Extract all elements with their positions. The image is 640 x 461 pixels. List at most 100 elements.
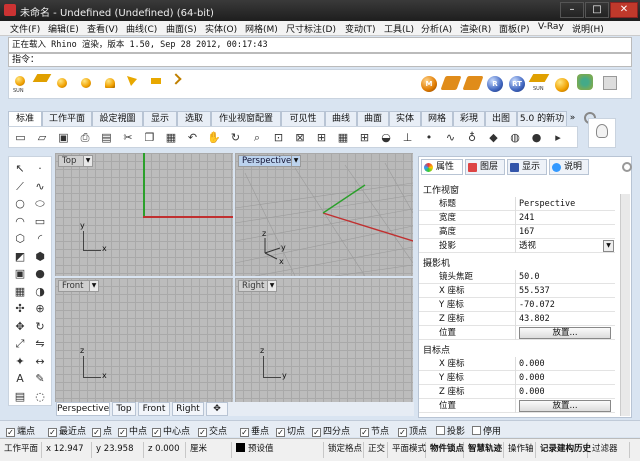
material-icon[interactable]: ◆ (486, 130, 501, 145)
curve-icon[interactable]: ∿ (32, 179, 48, 195)
explode-icon[interactable]: ✣ (12, 301, 28, 317)
maximize-button[interactable]: □ (585, 2, 609, 18)
add-viewport-icon[interactable]: ✥ (206, 402, 228, 416)
osnap-10[interactable]: ✓ 顶点 (398, 424, 427, 437)
menu-file[interactable]: 文件(F) (10, 22, 40, 35)
tab-drafting[interactable]: 出图 (485, 111, 517, 126)
tab-solid[interactable]: 实体 (389, 111, 421, 126)
import-icon[interactable]: ▤ (99, 130, 114, 145)
pan-hand-icon[interactable]: ✋ (207, 130, 222, 145)
join-icon[interactable]: ⊕ (32, 301, 48, 317)
osnap-checkbox[interactable] (436, 426, 445, 435)
menu-help[interactable]: 说明(H) (572, 22, 604, 35)
rectangle-icon[interactable]: ▭ (32, 214, 48, 230)
projection-dropdown-icon[interactable]: ▼ (603, 240, 614, 252)
osnap-checkbox[interactable] (472, 426, 481, 435)
dimension-icon[interactable]: ↔ (32, 354, 48, 370)
status-grid-snap[interactable]: 锁定格点 (326, 442, 364, 458)
render-preview-icon[interactable] (81, 78, 91, 88)
select-arrow-icon[interactable]: ↖ (12, 161, 28, 177)
mirror-icon[interactable]: ⇋ (32, 336, 48, 352)
viewport-menu-icon[interactable]: ▼ (83, 155, 93, 167)
panel-tab-help[interactable]: 说明 (549, 159, 589, 175)
vp-tab-front[interactable]: Front (138, 402, 170, 416)
new-file-icon[interactable]: ▭ (13, 130, 28, 145)
sun-icon[interactable] (15, 76, 25, 86)
tab-viewport-layout[interactable]: 作业视窗配置 (211, 111, 281, 126)
sun-settings-icon[interactable] (528, 74, 550, 82)
open-file-icon[interactable]: ▱ (35, 130, 50, 145)
render-ball-icon[interactable] (555, 78, 569, 92)
scale-icon[interactable]: ⤢ (12, 336, 28, 352)
zoom-window-icon[interactable]: ⊡ (271, 130, 286, 145)
rotate-view-icon[interactable]: ↻ (228, 130, 243, 145)
curve-icon[interactable]: ∿ (443, 130, 458, 145)
tab-standard[interactable]: 标准 (8, 111, 42, 126)
tab-select[interactable]: 选取 (177, 111, 211, 126)
status-gumball[interactable]: 操作轴 (506, 442, 536, 458)
panel-tab-display[interactable]: 显示 (507, 159, 547, 175)
color-wheel-icon[interactable]: ◍ (508, 130, 523, 145)
osnap-4[interactable]: ✓ 中心点 (152, 424, 190, 437)
texture-icon[interactable] (440, 76, 462, 90)
status-smarttrack[interactable]: 智慧轨迹 (466, 442, 504, 458)
polygon-icon[interactable]: ⬡ (12, 231, 28, 247)
four-view-icon[interactable]: ⊞ (357, 130, 372, 145)
osnap-11[interactable]: 投影 (436, 424, 465, 437)
properties-scrollbar[interactable] (620, 194, 630, 416)
text-icon[interactable]: A (12, 371, 28, 387)
rotate-icon[interactable]: ↻ (32, 319, 48, 335)
osnap-checkbox[interactable]: ✓ (312, 428, 321, 437)
status-planar[interactable]: 平面模式 (390, 442, 426, 458)
annotate-icon[interactable]: ✎ (32, 371, 48, 387)
tab-curve[interactable]: 曲线 (325, 111, 357, 126)
sunlight-panel-icon[interactable] (32, 74, 52, 82)
print-icon[interactable]: ⎙ (78, 130, 93, 145)
menu-dimension[interactable]: 尺寸标注(D) (286, 22, 336, 35)
menu-render[interactable]: 渲染(R) (460, 22, 491, 35)
fillet-icon[interactable]: ◜ (32, 231, 48, 247)
minimize-button[interactable]: – (560, 2, 584, 18)
sphere-icon[interactable]: ● (529, 130, 544, 145)
menu-panels[interactable]: 面板(P) (499, 22, 529, 35)
osnap-checkbox[interactable]: ✓ (276, 428, 285, 437)
osnap-3[interactable]: ✓ 中点 (118, 424, 147, 437)
osnap-9[interactable]: ✓ 节点 (360, 424, 389, 437)
zoom-icon[interactable]: ⌕ (250, 130, 265, 145)
osnap-6[interactable]: ✓ 垂点 (240, 424, 269, 437)
tree-icon[interactable] (577, 74, 593, 90)
osnap-0[interactable]: ✓ 端点 (6, 424, 35, 437)
menu-vray[interactable]: V-Ray (538, 22, 564, 32)
surface-icon[interactable]: ◩ (12, 249, 28, 265)
viewport-menu-icon[interactable]: ▼ (89, 280, 99, 292)
target-place-button[interactable]: 放置... (519, 400, 611, 412)
more-icon[interactable]: ▸ (551, 130, 566, 145)
osnap-12[interactable]: 停用 (472, 424, 501, 437)
vp-tab-top[interactable]: Top (112, 402, 136, 416)
zoom-selected-icon[interactable]: ⊞ (314, 130, 329, 145)
tab-mesh[interactable]: 网格 (421, 111, 453, 126)
extrude-icon[interactable]: ⬢ (32, 249, 48, 265)
arrow-light-icon[interactable] (170, 73, 182, 85)
directional-light-icon[interactable] (151, 78, 161, 84)
status-cplane[interactable]: 工作平面 (2, 442, 42, 458)
viewport-perspective[interactable]: x y z Perspective ▼ (235, 153, 413, 276)
cut-icon[interactable]: ✂ (121, 130, 136, 145)
grid-view-icon[interactable]: ▦ (336, 130, 351, 145)
copy-icon[interactable]: ❐ (142, 130, 157, 145)
viewport-front[interactable]: x z Front ▼ (55, 278, 233, 402)
osnap-checkbox[interactable]: ✓ (398, 428, 407, 437)
osnap-checkbox[interactable]: ✓ (48, 428, 57, 437)
tab-visibility[interactable]: 可见性 (281, 111, 325, 126)
boolean-icon[interactable]: ◑ (32, 284, 48, 300)
zoom-extents-icon[interactable]: ⊠ (293, 130, 308, 145)
menu-curve[interactable]: 曲线(C) (126, 22, 157, 35)
menu-view[interactable]: 查看(V) (87, 22, 118, 35)
panel-gear-icon[interactable] (622, 162, 632, 172)
point-icon[interactable]: • (422, 130, 437, 145)
vp-tab-right[interactable]: Right (172, 402, 204, 416)
layer-icon[interactable]: ▤ (12, 389, 28, 405)
status-record-history[interactable]: 记录建构历史 (538, 442, 591, 458)
menu-mesh[interactable]: 网格(M) (245, 22, 278, 35)
tab-surface[interactable]: 曲面 (357, 111, 389, 126)
